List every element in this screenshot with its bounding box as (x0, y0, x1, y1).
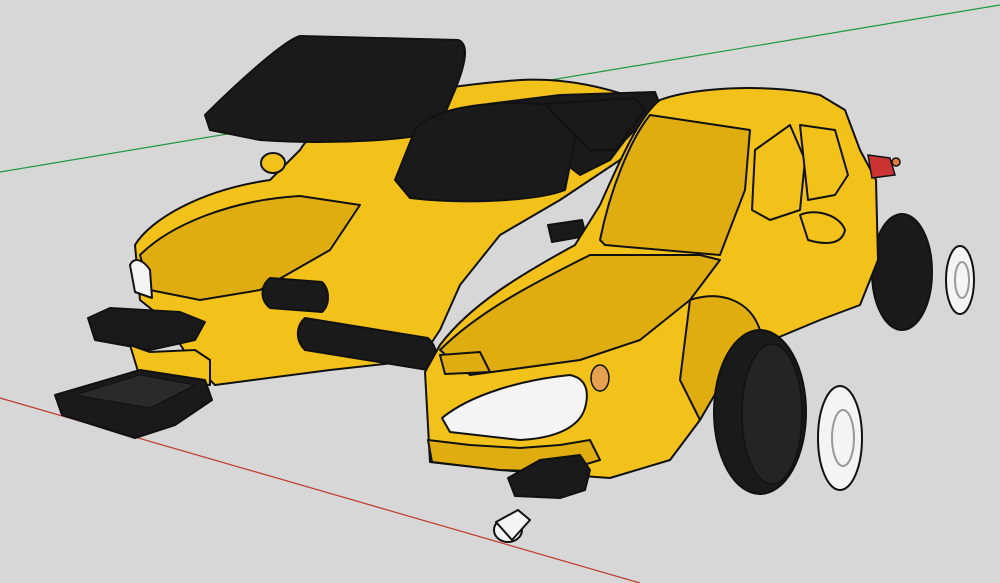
front-rim (817, 385, 863, 491)
rear-tire-back (871, 213, 933, 331)
tail-knob (891, 157, 901, 167)
front-tire-tread (741, 343, 803, 485)
sketchup-3d-viewport[interactable] (0, 0, 1000, 583)
tail-accessory (867, 154, 896, 179)
scene-svg (0, 4, 1000, 583)
turn-indicator (590, 364, 610, 392)
left-mirror (260, 152, 286, 174)
grille-upper (439, 351, 491, 375)
front-axle-tube (261, 277, 329, 313)
